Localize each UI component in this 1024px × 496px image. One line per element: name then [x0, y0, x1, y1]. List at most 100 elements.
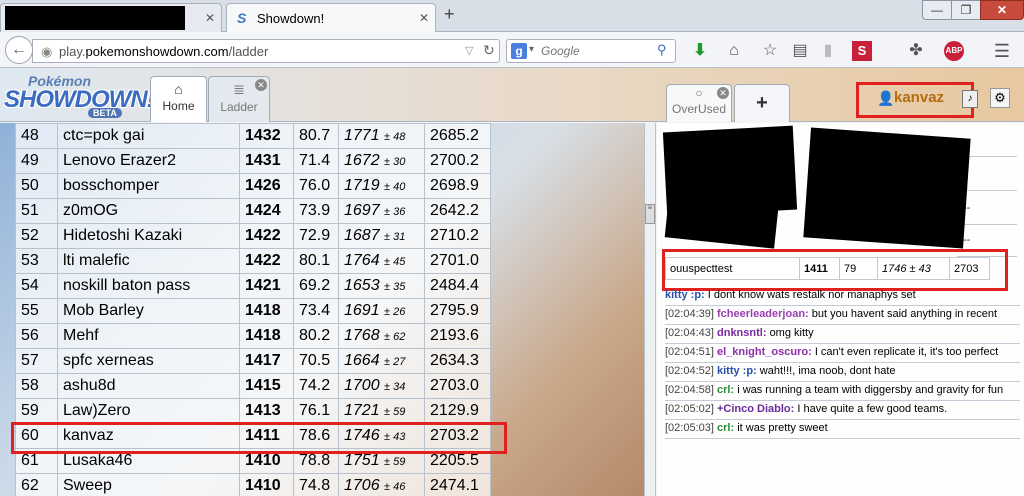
ladder-gxe-cell: 70.5 — [293, 348, 339, 374]
chat-username[interactable]: kitty :p: — [665, 289, 705, 301]
ladder-name-cell[interactable]: Sweep — [57, 473, 240, 496]
ladder-row[interactable]: 54 noskill baton pass 1421 69.2 1653 ± 35 248… — [15, 273, 491, 299]
search-icon[interactable]: ⚲ — [657, 42, 667, 58]
ladder-row[interactable]: 52 Hidetoshi Kazaki 1422 72.9 1687 ± 31 2710.… — [15, 223, 491, 249]
ladder-cove-cell: 2685.2 — [424, 123, 491, 149]
ladder-name-cell[interactable]: ashu8d — [57, 373, 240, 399]
extensions-icon[interactable]: ✤ — [906, 41, 926, 61]
chat-timestamp: [02:04:43] — [665, 327, 714, 339]
chat-username[interactable]: el_knight_oscuro: — [717, 346, 812, 358]
close-icon[interactable]: ✕ — [255, 79, 267, 91]
window-close-button[interactable]: ✕ — [980, 0, 1024, 20]
bookmark-star-icon[interactable]: ☆ — [760, 41, 780, 61]
menu-icon[interactable]: ☰ — [992, 41, 1012, 61]
chat-message: [02:04:51] el_knight_oscuro: I can't eve… — [665, 344, 1020, 363]
ladder-rank-cell: 62 — [15, 473, 58, 496]
url-bar[interactable]: ◉ play.pokemonshowdown.com/ladder ▽ ↻ — [32, 39, 500, 63]
globe-icon: ◉ — [41, 44, 53, 59]
ladder-gxe-cell: 76.1 — [293, 398, 339, 424]
ladder-glicko-cell: 1664 ± 27 — [338, 348, 425, 374]
window-minimize-button[interactable]: — — [922, 0, 952, 20]
tab-overused[interactable]: ✕ ○ OverUsed — [666, 84, 732, 122]
ladder-glicko-cell: 1697 ± 36 — [338, 198, 425, 224]
reading-list-icon[interactable]: ▤ — [790, 41, 810, 61]
tab-home[interactable]: ⌂ Home — [150, 76, 207, 122]
showdown-logo[interactable]: Pokémon SHOWDOWN! BETA — [4, 73, 155, 118]
ladder-name-cell[interactable]: ctc=pok gai — [57, 123, 240, 149]
stats-icon[interactable]: ▮ — [818, 41, 838, 61]
ladder-name-cell[interactable]: lti malefic — [57, 248, 240, 274]
ladder-row[interactable]: 59 Law)Zero 1413 76.1 1721 ± 59 2129.9 — [15, 398, 491, 424]
close-icon[interactable]: ✕ — [717, 87, 729, 99]
row-highlight — [662, 249, 1008, 291]
new-tab-button[interactable]: + — [444, 4, 455, 25]
ladder-name-cell[interactable]: Law)Zero — [57, 398, 240, 424]
ladder-row[interactable]: 62 Sweep 1410 74.8 1706 ± 46 2474.1 — [15, 473, 491, 496]
ladder-elo-cell: 1432 — [239, 123, 294, 149]
ladder-name-cell[interactable]: noskill baton pass — [57, 273, 240, 299]
ladder-cove-cell: 2795.9 — [424, 298, 491, 324]
ladder-cove-cell: 2700.2 — [424, 148, 491, 174]
ladder-glicko-cell: 1672 ± 30 — [338, 148, 425, 174]
browser-tab-strip: ✕ S Showdown! ✕ + — ❐ ✕ — [0, 0, 1024, 32]
ladder-row[interactable]: 56 Mehf 1418 80.2 1768 ± 62 2193.6 — [15, 323, 491, 349]
window-maximize-button[interactable]: ❐ — [951, 0, 981, 20]
chat-username[interactable]: +Cinco Diablo: — [717, 403, 794, 415]
ladder-name-cell[interactable]: Lenovo Erazer2 — [57, 148, 240, 174]
s-extension-icon[interactable]: S — [852, 41, 872, 61]
ladder-name-cell[interactable]: Hidetoshi Kazaki — [57, 223, 240, 249]
chat-text: waht!!!, ima noob, dont hate — [759, 365, 896, 377]
ladder-name-cell[interactable]: Mob Barley — [57, 298, 240, 324]
ladder-row[interactable]: 58 ashu8d 1415 74.2 1700 ± 34 2703.0 — [15, 373, 491, 399]
sound-icon[interactable]: ♪ — [962, 90, 978, 108]
ladder-gxe-cell: 80.2 — [293, 323, 339, 349]
ladder-row[interactable]: 55 Mob Barley 1418 73.4 1691 ± 26 2795.9 — [15, 298, 491, 324]
close-icon[interactable]: ✕ — [201, 9, 219, 27]
gear-icon[interactable]: ⚙ — [990, 88, 1010, 108]
ladder-row[interactable]: 57 spfc xerneas 1417 70.5 1664 ± 27 2634.3 — [15, 348, 491, 374]
adblock-icon[interactable]: ABP — [944, 41, 964, 61]
ladder-gxe-cell: 69.2 — [293, 273, 339, 299]
ladder-row[interactable]: 53 lti malefic 1422 80.1 1764 ± 45 2701.0 — [15, 248, 491, 274]
splitter-grip-icon[interactable]: ≡ — [645, 204, 655, 224]
chat-username[interactable]: crl: — [717, 384, 734, 396]
url-text: play.pokemonshowdown.com/ladder — [59, 44, 269, 59]
ladder-row[interactable]: 49 Lenovo Erazer2 1431 71.4 1672 ± 30 2700.2 — [15, 148, 491, 174]
chat-username[interactable]: dnknsntl: — [717, 327, 767, 339]
ladder-elo-cell: 1424 — [239, 198, 294, 224]
tab-ladder[interactable]: ✕ ≣ Ladder — [208, 76, 270, 122]
ladder-cove-cell: 2710.2 — [424, 223, 491, 249]
ladder-name-cell[interactable]: spfc xerneas — [57, 348, 240, 374]
reload-icon[interactable]: ↻ — [483, 42, 495, 59]
chat-timestamp: [02:04:58] — [665, 384, 714, 396]
ladder-glicko-cell: 1706 ± 46 — [338, 473, 425, 496]
panel-splitter[interactable] — [644, 123, 656, 496]
chat-username[interactable]: fcheerleaderjoan: — [717, 308, 809, 320]
ladder-row[interactable]: 50 bosschomper 1426 76.0 1719 ± 40 2698.9 — [15, 173, 491, 199]
chat-message: [02:05:02] +Cinco Diablo: I have quite a… — [665, 401, 1020, 420]
download-icon[interactable]: ⬇ — [690, 41, 710, 61]
browser-tab-redacted[interactable]: ✕ — [0, 3, 222, 32]
chat-username[interactable]: kitty :p: — [717, 365, 757, 377]
username-button[interactable]: kanvaz — [894, 89, 944, 106]
ladder-elo-cell: 1413 — [239, 398, 294, 424]
home-icon: ⌂ — [174, 81, 183, 97]
search-bar[interactable]: g ▾ Google ⚲ — [506, 39, 676, 63]
chevron-down-icon[interactable]: ▾ — [529, 44, 534, 55]
ladder-name-cell[interactable]: bosschomper — [57, 173, 240, 199]
ladder-row[interactable]: 51 z0mOG 1424 73.9 1697 ± 36 2642.2 — [15, 198, 491, 224]
ladder-name-cell[interactable]: z0mOG — [57, 198, 240, 224]
add-tab-button[interactable]: + — [734, 84, 790, 122]
ladder-rank-cell: 51 — [15, 198, 58, 224]
ladder-row[interactable]: 48 ctc=pok gai 1432 80.7 1771 ± 48 2685.2 — [15, 123, 491, 149]
chevron-down-icon[interactable]: ▽ — [465, 44, 473, 57]
chat-username[interactable]: crl: — [717, 422, 734, 434]
redaction-block — [5, 6, 185, 30]
back-button[interactable]: ← — [5, 36, 33, 64]
ladder-name-cell[interactable]: Mehf — [57, 323, 240, 349]
home-icon[interactable]: ⌂ — [724, 41, 744, 61]
ladder-cove-cell: 2698.9 — [424, 173, 491, 199]
ladder-rank-cell: 59 — [15, 398, 58, 424]
browser-tab-showdown[interactable]: S Showdown! ✕ — [226, 3, 436, 32]
close-icon[interactable]: ✕ — [415, 9, 433, 27]
